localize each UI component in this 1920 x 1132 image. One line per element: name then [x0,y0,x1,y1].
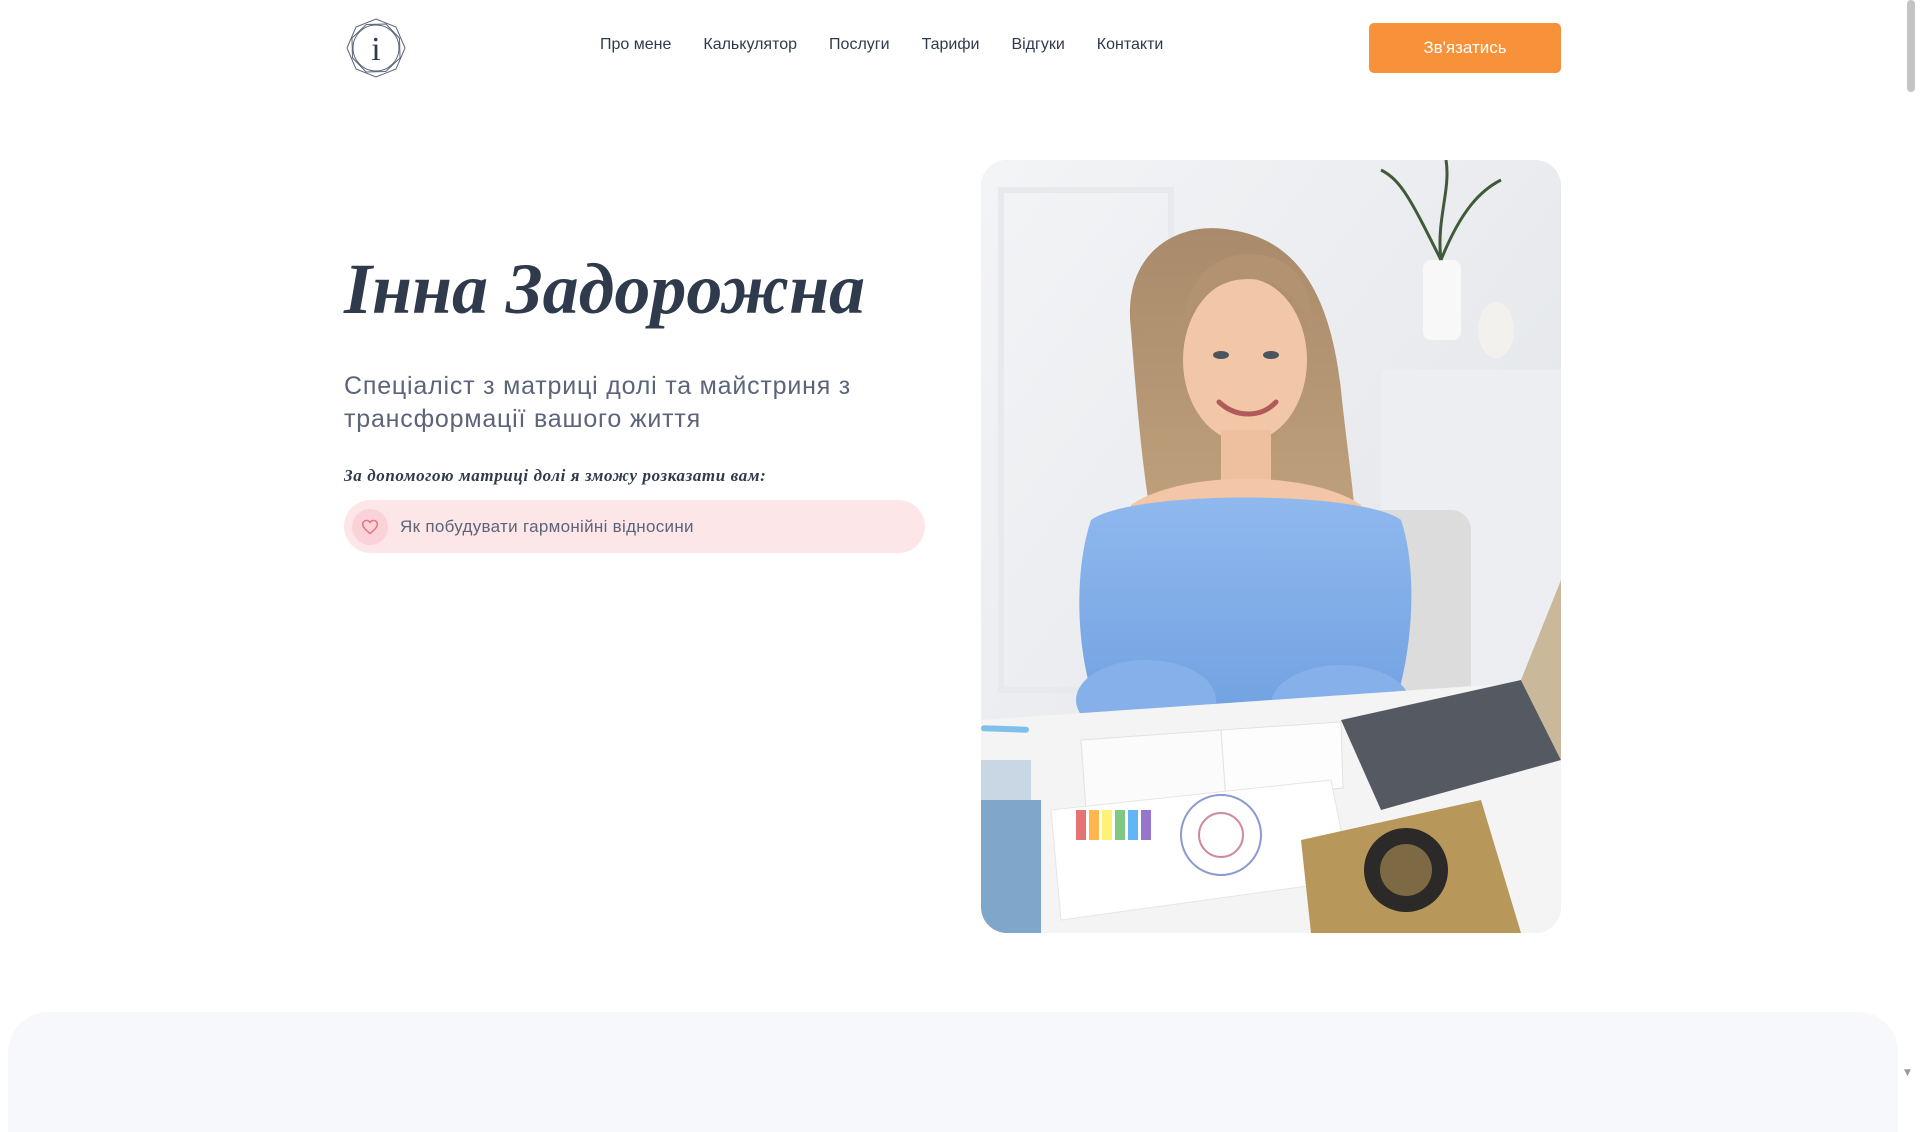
heart-icon [352,508,388,545]
hero-lead-text: За допомогою матриці долі я зможу розказ… [344,466,767,485]
page-scrollbar[interactable]: ▼ [1900,0,1920,1080]
nav-calculator[interactable]: Калькулятор [703,36,797,54]
topic-text: Як побудувати гармонійні відносини [400,516,694,536]
portrait-photo [981,160,1561,933]
nav-services[interactable]: Послуги [829,36,890,54]
hero-title: Інна Задорожна [344,249,866,329]
main-nav: Про мене Калькулятор Послуги Тарифи Відг… [600,36,1163,54]
logo[interactable]: i [344,16,408,80]
scroll-down-arrow-icon[interactable]: ▼ [1904,1068,1911,1078]
contact-button[interactable]: Зв'язатись [1369,23,1561,73]
nav-reviews[interactable]: Відгуки [1011,36,1064,54]
portrait-image-icon [981,160,1561,933]
nav-contacts[interactable]: Контакти [1097,36,1164,54]
nav-about[interactable]: Про мене [600,36,671,54]
next-section [8,1012,1898,1132]
topic-pill: Як побудувати гармонійні відносини [344,500,925,553]
logo-mark-icon: i [346,18,406,78]
logo-letter: i [371,31,380,68]
site-header: i Про мене Калькулятор Послуги Тарифи Ві… [0,0,1900,96]
hero-subtitle: Спеціаліст з матриці долі та майстриня з… [344,372,852,433]
nav-pricing[interactable]: Тарифи [922,36,980,54]
scrollbar-thumb[interactable] [1907,0,1915,92]
